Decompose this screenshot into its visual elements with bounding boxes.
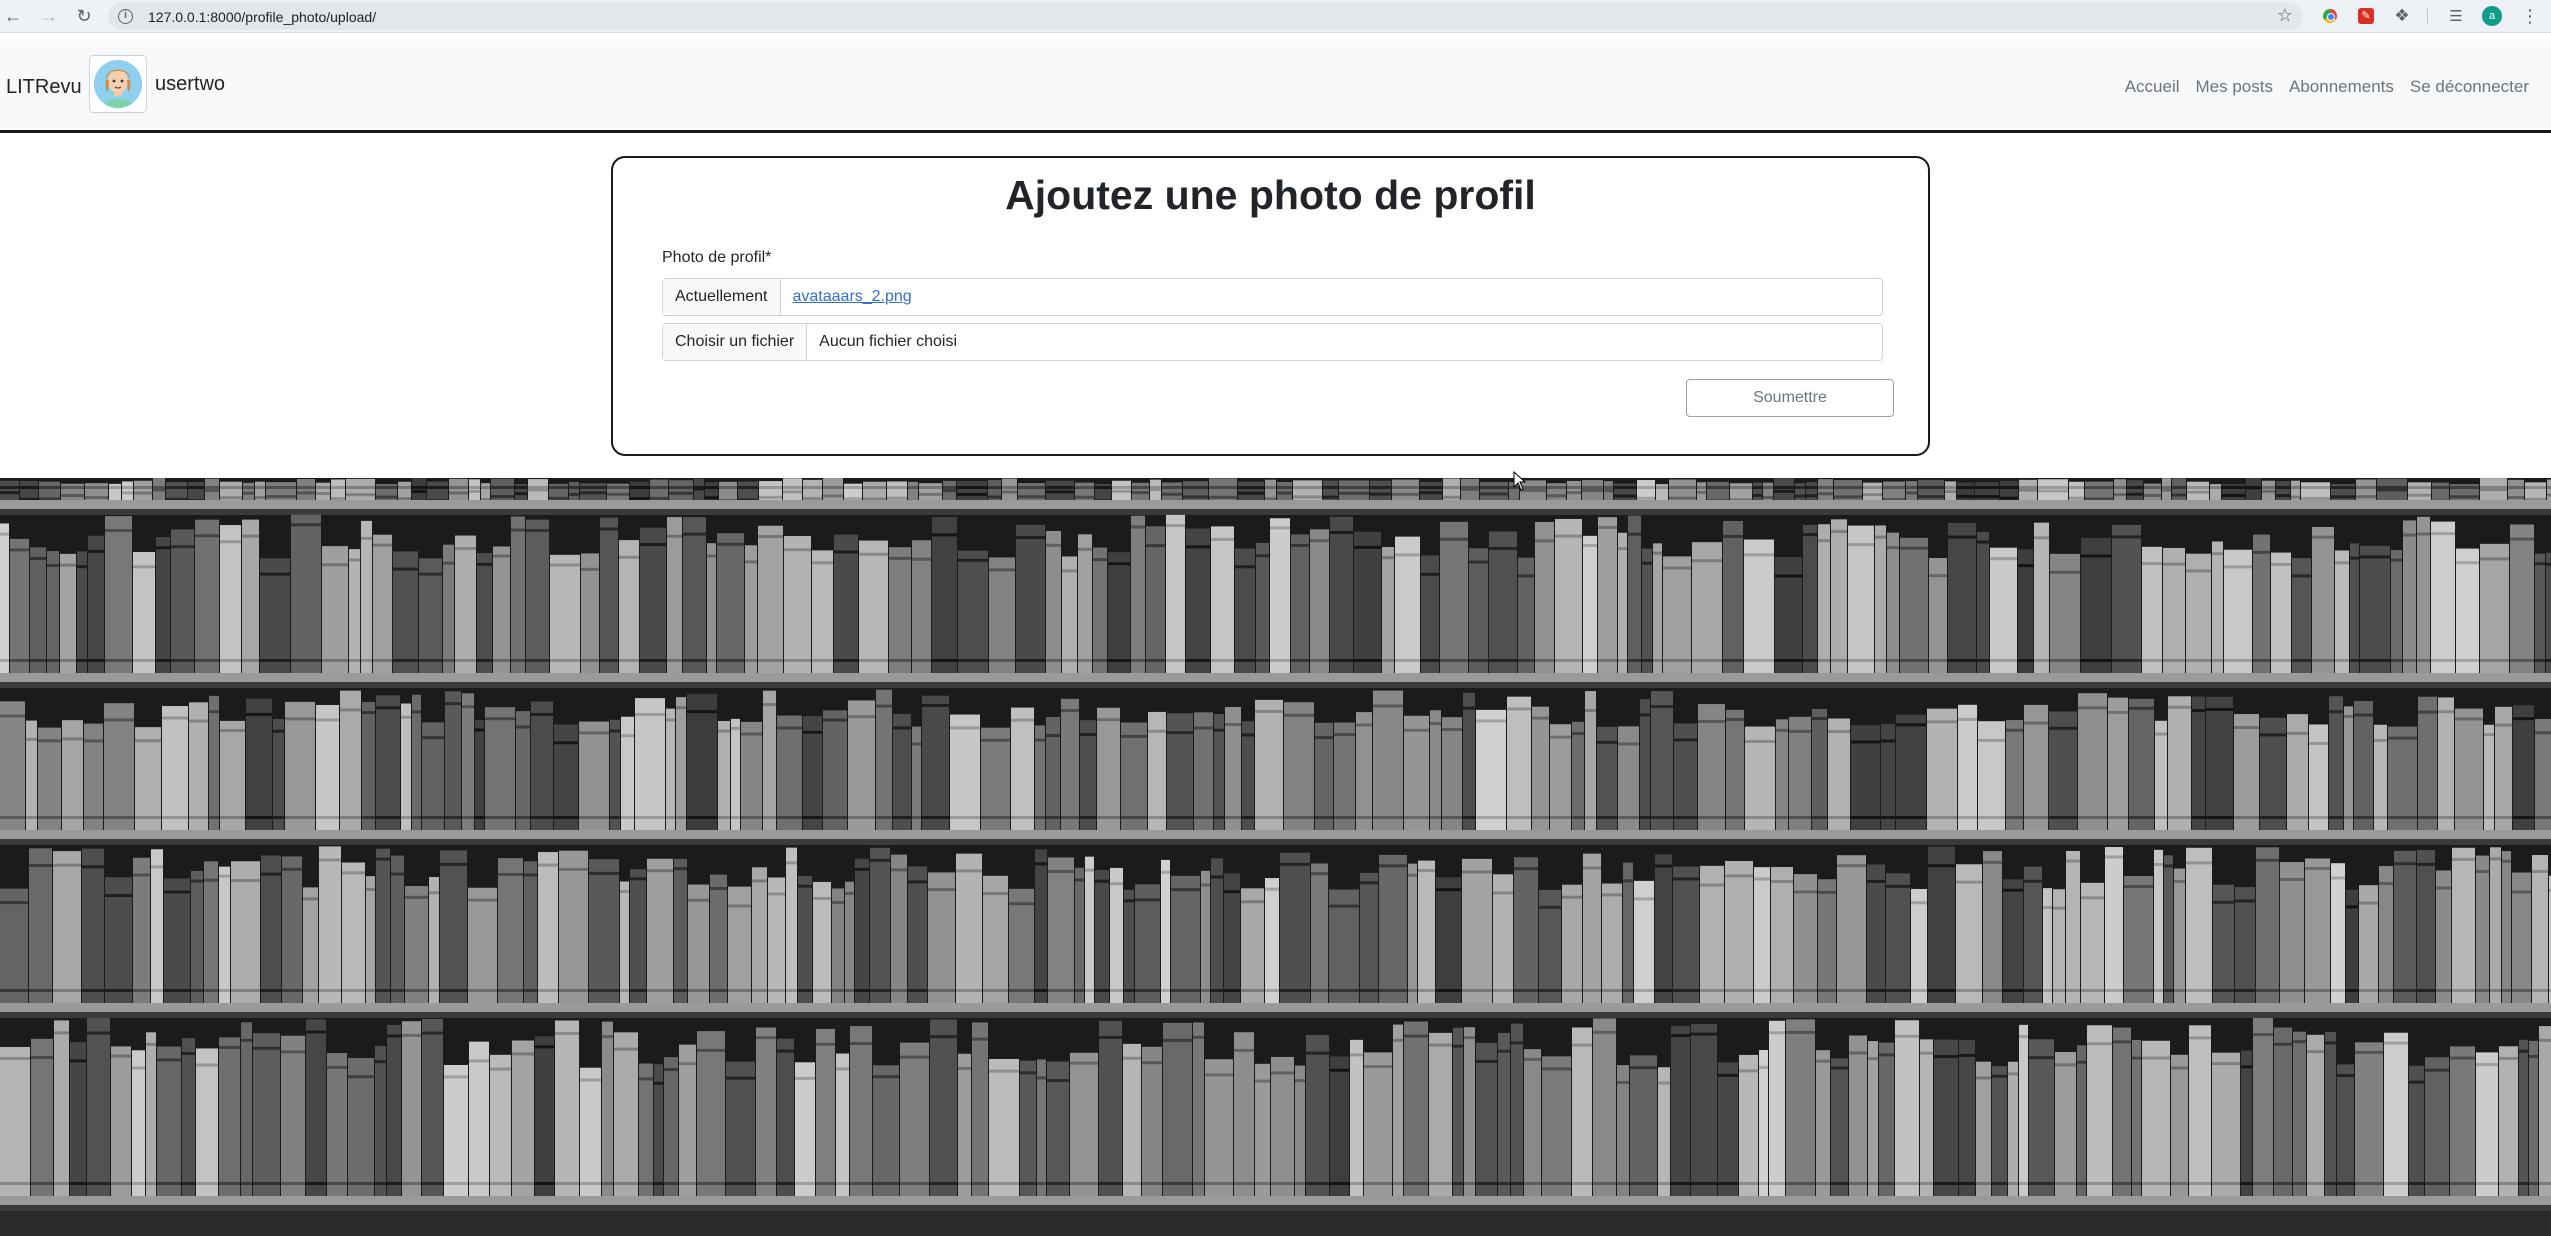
upload-card: Ajoutez une photo de profil Photo de pro… bbox=[611, 156, 1930, 456]
file-input-status: Aucun fichier choisi bbox=[819, 333, 957, 350]
nav-mes-posts[interactable]: Mes posts bbox=[2196, 77, 2273, 97]
photo-field-label: Photo de profil* bbox=[662, 249, 772, 266]
forward-icon[interactable]: → bbox=[38, 5, 60, 27]
pdf-extension-icon[interactable]: ✎ bbox=[2356, 6, 2376, 26]
browser-toolbar: ← → ↻ i 127.0.0.1:8000/profile_photo/upl… bbox=[0, 0, 2551, 33]
bookshelf-background bbox=[0, 478, 2551, 1236]
bookshelf-image bbox=[0, 478, 2551, 1236]
address-bar[interactable]: i 127.0.0.1:8000/profile_photo/upload/ ☆ bbox=[108, 3, 2303, 30]
info-icon[interactable]: i bbox=[118, 9, 133, 24]
site-header: LITRevu usertwo Accueil Mes posts Abonne… bbox=[0, 41, 2551, 133]
menu-icon[interactable]: ⋮ bbox=[2520, 6, 2540, 26]
choose-file-button[interactable]: Choisir un fichier bbox=[663, 324, 808, 360]
nav-accueil[interactable]: Accueil bbox=[2125, 77, 2180, 97]
back-icon[interactable]: ← bbox=[2, 5, 24, 27]
puzzle-icon[interactable]: ❖ bbox=[2392, 6, 2412, 26]
profile-avatar-icon[interactable]: a bbox=[2482, 6, 2502, 26]
page-title: Ajoutez une photo de profil bbox=[1005, 172, 1536, 218]
brand-link[interactable]: LITRevu bbox=[6, 76, 82, 99]
current-file-link[interactable]: avataaars_2.png bbox=[793, 288, 912, 306]
current-label: Actuellement bbox=[663, 279, 781, 315]
avatar-icon bbox=[94, 60, 142, 108]
main-nav: Accueil Mes posts Abonnements Se déconne… bbox=[2109, 77, 2529, 97]
star-icon[interactable]: ☆ bbox=[2277, 5, 2293, 26]
current-photo-row: Actuellement avataaars_2.png bbox=[662, 278, 1883, 316]
nav-logout[interactable]: Se déconnecter bbox=[2410, 77, 2529, 97]
media-icon[interactable]: ☰ bbox=[2446, 6, 2466, 26]
nav-abonnements[interactable]: Abonnements bbox=[2289, 77, 2394, 97]
username: usertwo bbox=[155, 73, 226, 95]
avatar bbox=[89, 55, 147, 113]
submit-button[interactable]: Soumettre bbox=[1686, 379, 1894, 417]
current-file-wrap: avataaars_2.png bbox=[781, 279, 912, 315]
file-input[interactable]: Choisir un fichier Aucun fichier choisi bbox=[662, 323, 1883, 361]
chrome-extension-icon[interactable] bbox=[2320, 6, 2340, 26]
url-text[interactable]: 127.0.0.1:8000/profile_photo/upload/ bbox=[148, 9, 376, 25]
reload-icon[interactable]: ↻ bbox=[73, 5, 95, 27]
mouse-cursor-icon bbox=[1513, 471, 1527, 491]
toolbar-divider bbox=[2427, 9, 2428, 25]
